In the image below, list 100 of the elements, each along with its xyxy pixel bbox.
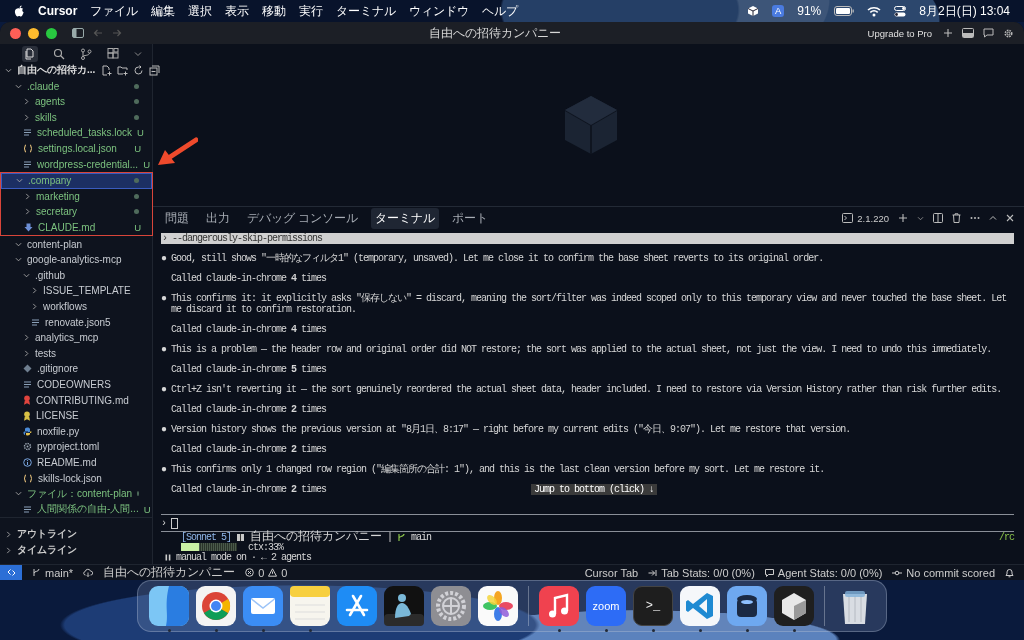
upgrade-link[interactable]: Upgrade to Pro [867,27,932,39]
tree-item[interactable]: renovate.json5 [0,314,152,330]
window-close-button[interactable] [10,27,21,39]
tree-item[interactable]: LICENSE [0,407,152,424]
plus-icon[interactable] [943,28,953,38]
tree-item[interactable]: secretary [1,204,152,220]
status-item[interactable]: No commit scored [892,566,995,579]
menu-item[interactable]: 表示 [225,2,250,20]
menu-item[interactable]: ファイル [90,2,139,20]
tree-item[interactable]: workflows [0,298,152,315]
branch-status[interactable]: main* [32,566,74,579]
jar-icon[interactable] [727,586,767,626]
tree-item[interactable]: marketing [1,188,152,205]
chevron-right-icon[interactable] [23,98,30,106]
reader-silhouette-icon[interactable] [384,586,424,626]
window-minimize-button[interactable] [28,27,39,39]
chevron-down-icon[interactable] [23,271,30,279]
app-tile[interactable]: >_ [633,586,673,626]
split-icon[interactable] [933,213,943,223]
search-icon[interactable] [53,47,65,60]
tree-item[interactable]: CONTRIBUTING.md [0,392,152,408]
panel-tab[interactable]: ターミナル [371,207,440,229]
chevron-up-icon[interactable] [989,215,997,221]
wifi-icon[interactable] [867,5,882,17]
menu-item[interactable]: 実行 [299,2,324,20]
chevron-right-icon[interactable] [31,303,38,310]
tree-item[interactable]: .gitignore [0,361,152,377]
remote-button[interactable] [0,565,22,580]
app-menu[interactable]: Cursor [38,4,78,18]
chevron-right-icon[interactable] [23,334,30,342]
menu-item[interactable]: ウィンドウ [409,2,470,20]
menu-item[interactable]: ヘルプ [482,2,519,20]
menu-item[interactable]: ターミナル [336,2,397,20]
menu-item[interactable]: 選択 [188,2,213,20]
tree-item[interactable]: skills-lock.json [0,470,152,486]
sidebar-toggle-icon[interactable] [72,28,84,38]
trash-icon[interactable] [952,213,961,223]
tree-item[interactable]: wordpress-credential... U [0,156,152,172]
more-icon[interactable] [970,216,980,220]
tree-item[interactable]: CLAUDE.md U [1,219,152,236]
chevron-down-icon[interactable] [15,240,22,248]
split-tile-icon[interactable] [149,586,189,626]
pencil-brush-icon[interactable] [337,586,377,626]
menu-bar-clock[interactable]: 8月2日(日) 13:04 [919,2,1010,20]
chevron-down-icon[interactable] [16,177,23,185]
tree-item[interactable]: noxfile.py [0,423,152,440]
cube-icon[interactable] [746,5,759,17]
plus-icon[interactable] [898,213,908,223]
settings-icon[interactable] [1003,27,1014,39]
source-control-icon[interactable] [80,47,92,60]
window-zoom-button[interactable] [46,27,57,39]
tree-item[interactable]: pyproject.toml [0,439,152,455]
extensions-icon[interactable] [107,47,119,60]
chevron-right-icon[interactable] [24,192,31,200]
tree-item[interactable]: content-plan [0,236,152,252]
round-logo-icon[interactable] [196,586,236,626]
app-tile[interactable]: zoom [586,586,626,626]
chevron-right-icon[interactable] [5,546,12,554]
chevron-right-icon[interactable] [23,113,30,121]
chevron-down-icon[interactable] [15,82,22,90]
chat-icon[interactable] [983,28,994,38]
tree-item[interactable]: ファイル：content-plan [0,485,152,502]
sync-icon[interactable] [83,568,94,577]
status-item[interactable]: Tab Stats: 0/0 (0%) [648,566,755,579]
panel-tab[interactable]: 出力 [202,207,234,229]
panel-tab[interactable]: デバッグ コンソール [243,207,363,229]
panel-tab[interactable]: 問題 [161,207,193,229]
chevron-down-icon[interactable] [917,215,924,221]
close-icon[interactable] [1006,214,1014,222]
layout-icon[interactable] [962,28,974,38]
music-note-icon[interactable] [539,586,579,626]
tree-item[interactable]: README.md [0,454,152,471]
new-folder-icon[interactable] [117,64,129,76]
workspace-status[interactable]: 自由への招待カンパニー [103,564,236,580]
refresh-icon[interactable] [133,64,145,76]
problems-status[interactable]: 0 0 [245,566,288,579]
tree-item[interactable]: .github [0,267,152,284]
chevron-down-icon[interactable] [5,67,12,73]
bell-icon[interactable] [1005,567,1014,578]
chevron-right-icon[interactable] [23,349,30,357]
tree-item[interactable]: CODEOWNERS [0,376,152,393]
section-header[interactable]: アウトライン [0,526,152,542]
tree-item[interactable]: skills [0,109,152,126]
envelope-icon[interactable] [243,586,283,626]
tree-item[interactable]: agents [0,93,152,110]
new-file-icon[interactable] [101,64,113,76]
flower-icon[interactable] [478,586,518,626]
gear-icon[interactable] [431,586,471,626]
status-item[interactable]: Cursor Tab [584,566,639,579]
chevron-right-icon[interactable] [24,208,31,216]
tree-item[interactable]: analytics_mcp [0,329,152,346]
tree-item[interactable]: ISSUE_TEMPLATE [0,283,152,299]
tree-item[interactable]: tests [0,345,152,362]
tree-item[interactable]: 人間関係の自由-人間... U [0,501,152,517]
notepad-icon[interactable] [290,586,330,626]
tree-item[interactable]: scheduled_tasks.lock U [0,125,152,141]
files-icon[interactable] [22,45,38,62]
tree-item[interactable]: .claude [0,78,152,94]
chevron-down-icon[interactable] [15,256,22,264]
collapse-all-icon[interactable] [149,64,161,76]
